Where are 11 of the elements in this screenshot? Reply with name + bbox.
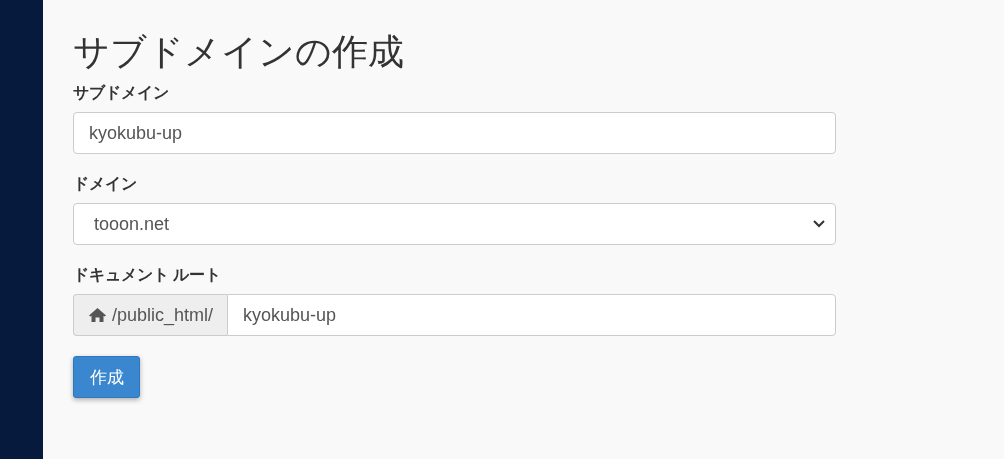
- document-root-field[interactable]: kyokubu-up: [227, 294, 836, 337]
- path-prefix-text: /public_html/: [112, 304, 214, 326]
- subdomain-field[interactable]: kyokubu-up: [73, 112, 836, 155]
- page-title: サブドメインの作成: [73, 30, 405, 74]
- field-label: ドメイン: [73, 174, 137, 195]
- domain-select[interactable]: tooon.net: [73, 203, 836, 246]
- field-label: ドキュメント ルート: [73, 265, 222, 286]
- chevron-down-icon: [813, 220, 825, 229]
- create-button[interactable]: 作成: [73, 356, 140, 399]
- home-icon: [88, 307, 107, 324]
- field-label: サブドメイン: [73, 83, 169, 104]
